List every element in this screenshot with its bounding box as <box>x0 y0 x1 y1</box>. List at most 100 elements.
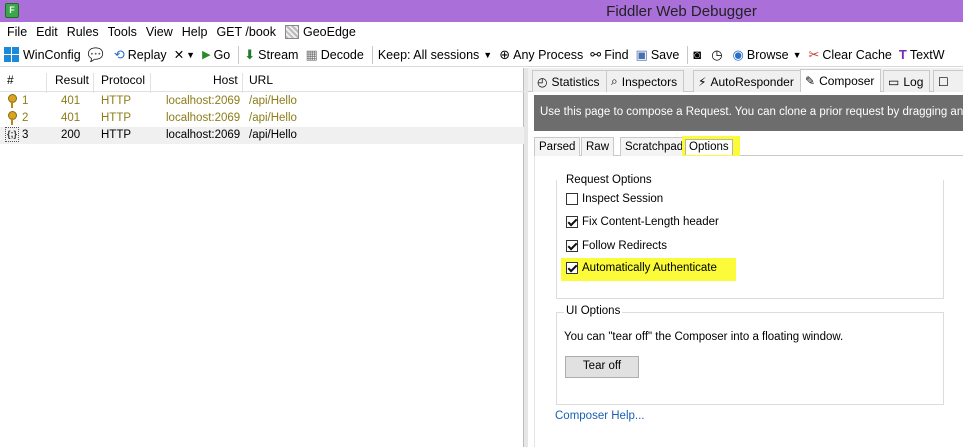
remove-button[interactable]: ✕ ▼ <box>172 47 200 62</box>
tab-options-label: Options <box>685 139 733 155</box>
remove-x-icon: ✕ <box>173 48 185 62</box>
row-url: /api/Hello <box>249 95 297 107</box>
stream-button[interactable]: ⬇ Stream <box>242 46 303 62</box>
menu-view[interactable]: View <box>143 25 179 39</box>
camera-icon: ◙ <box>693 46 702 62</box>
comment-button[interactable]: 💬 <box>86 47 112 62</box>
menu-bar: File Edit Rules Tools View Help GET /boo… <box>0 22 963 42</box>
key-icon <box>7 111 17 125</box>
keep-sessions-label: Keep: All sessions <box>377 47 480 62</box>
menu-edit[interactable]: Edit <box>33 25 64 39</box>
row-result: 200 <box>61 129 81 141</box>
table-row[interactable]: {;} 3 200 HTTP localhost:2069 /api/Hello <box>0 127 524 144</box>
session-list-header: # Result Protocol Host URL <box>0 68 524 93</box>
fix-content-length-label: Fix Content-Length header <box>582 216 719 228</box>
row-protocol: HTTP <box>101 95 132 107</box>
tear-off-button[interactable]: Tear off <box>565 356 639 378</box>
binoculars-icon: ⚯ <box>590 46 602 62</box>
menu-tools[interactable]: Tools <box>105 25 143 39</box>
inspector-icon: ⌕ <box>611 74 618 88</box>
column-header-result[interactable]: Result <box>55 73 89 87</box>
checkbox-checked <box>566 262 578 274</box>
decode-icon: ▦ <box>305 46 318 62</box>
json-icon: {;} <box>5 127 20 142</box>
fix-content-length-checkbox[interactable]: Fix Content-Length header <box>566 216 719 228</box>
table-row[interactable]: 2 401 HTTP localhost:2069 /api/Hello <box>0 110 524 127</box>
go-button[interactable]: ▶ Go <box>200 48 235 62</box>
windows-icon <box>4 47 19 62</box>
toolbar: WinConfig 💬 ⟲ Replay ✕ ▼ ▶ Go ⬇ Stream ▦… <box>0 43 963 67</box>
decode-button[interactable]: ▦ Decode <box>303 46 368 62</box>
tab-parsed[interactable]: Parsed <box>534 137 581 156</box>
tab-statistics-label: Statistics <box>551 74 600 89</box>
winconfig-button[interactable]: WinConfig <box>2 47 86 62</box>
lightning-icon: ⚡ <box>698 74 707 89</box>
tab-raw[interactable]: Raw <box>581 137 615 156</box>
save-button[interactable]: ▣ Save <box>634 47 685 62</box>
column-header-protocol[interactable]: Protocol <box>101 73 145 87</box>
follow-redirects-label: Follow Redirects <box>582 240 667 252</box>
menu-rules[interactable]: Rules <box>64 25 105 39</box>
auto-authenticate-label: Automatically Authenticate <box>582 262 717 274</box>
row-protocol: HTTP <box>101 112 132 124</box>
tab-filters[interactable]: ☐ <box>933 70 963 92</box>
tab-inspectors[interactable]: ⌕ Inspectors <box>606 70 685 92</box>
menu-geoedge[interactable]: GeoEdge <box>282 25 362 39</box>
title-bar: F Fiddler Web Debugger <box>0 0 963 22</box>
find-label: Find <box>604 47 629 62</box>
column-header-number[interactable]: # <box>7 73 14 87</box>
find-button[interactable]: ⚯ Find <box>588 46 633 62</box>
replay-button[interactable]: ⟲ Replay <box>112 46 172 62</box>
timer-button[interactable]: ◷ <box>709 47 730 62</box>
save-label: Save <box>650 47 680 62</box>
session-list[interactable]: # Result Protocol Host URL 1 401 HTTP lo… <box>0 68 524 447</box>
tab-composer[interactable]: ✎ Composer <box>800 69 882 92</box>
clear-cache-icon: ✂ <box>808 46 820 62</box>
crosshair-icon: ⊕ <box>499 46 511 62</box>
tab-inspectors-label: Inspectors <box>621 74 678 89</box>
stream-label: Stream <box>258 47 299 62</box>
row-host: localhost:2069 <box>166 95 241 107</box>
menu-get-book[interactable]: GET /book <box>213 25 282 39</box>
inspect-session-checkbox[interactable]: Inspect Session <box>566 193 663 205</box>
composer-help-link[interactable]: Composer Help... <box>555 410 644 422</box>
ui-options-heading: UI Options <box>564 305 623 317</box>
column-header-url[interactable]: URL <box>249 73 273 87</box>
geoedge-icon <box>284 25 299 39</box>
checkbox-icon: ☐ <box>938 74 949 89</box>
stream-arrow-icon: ⬇ <box>244 46 256 62</box>
inspector-tab-strip: ◴ Statistics ⌕ Inspectors ⚡ AutoResponde… <box>528 68 963 92</box>
auto-authenticate-checkbox[interactable]: Automatically Authenticate <box>566 262 717 274</box>
pencil-icon: ✎ <box>805 74 816 88</box>
keep-sessions-dropdown[interactable]: Keep: All sessions ▼ <box>376 48 497 62</box>
textwizard-icon: T <box>898 46 907 62</box>
tab-autoresponder[interactable]: ⚡ AutoResponder <box>693 70 801 92</box>
column-header-host[interactable]: Host <box>213 73 238 87</box>
menu-help[interactable]: Help <box>179 25 214 39</box>
tab-log-label: Log <box>903 74 924 89</box>
go-label: Go <box>213 47 231 62</box>
menu-file[interactable]: File <box>4 25 33 39</box>
table-row[interactable]: 1 401 HTTP localhost:2069 /api/Hello <box>0 93 524 110</box>
browse-label: Browse <box>746 47 789 62</box>
tab-statistics[interactable]: ◴ Statistics <box>532 70 607 92</box>
any-process-button[interactable]: ⊕ Any Process <box>497 46 588 62</box>
ui-options-description: You can "tear off" the Composer into a f… <box>564 331 844 343</box>
toolbar-separator <box>371 45 373 64</box>
checkbox-checked <box>566 240 578 252</box>
textwizard-button[interactable]: T TextW <box>897 46 950 62</box>
composer-subtab-strip: Parsed Raw Scratchpad Options <box>534 136 963 159</box>
replay-icon: ⟲ <box>113 46 125 62</box>
menu-geoedge-label: GeoEdge <box>302 25 356 39</box>
screenshot-button[interactable]: ◙ <box>691 46 709 62</box>
replay-label: Replay <box>127 47 167 62</box>
tab-scratchpad[interactable]: Scratchpad <box>620 137 689 156</box>
decode-label: Decode <box>320 47 364 62</box>
browse-button[interactable]: ◉ Browse ▼ <box>731 47 807 62</box>
follow-redirects-checkbox[interactable]: Follow Redirects <box>566 240 667 252</box>
tab-log[interactable]: ▭ Log <box>883 70 931 92</box>
clear-cache-button[interactable]: ✂ Clear Cache <box>806 46 896 62</box>
row-url: /api/Hello <box>249 112 297 124</box>
play-icon: ▶ <box>202 48 211 61</box>
checkbox-checked <box>566 216 578 228</box>
